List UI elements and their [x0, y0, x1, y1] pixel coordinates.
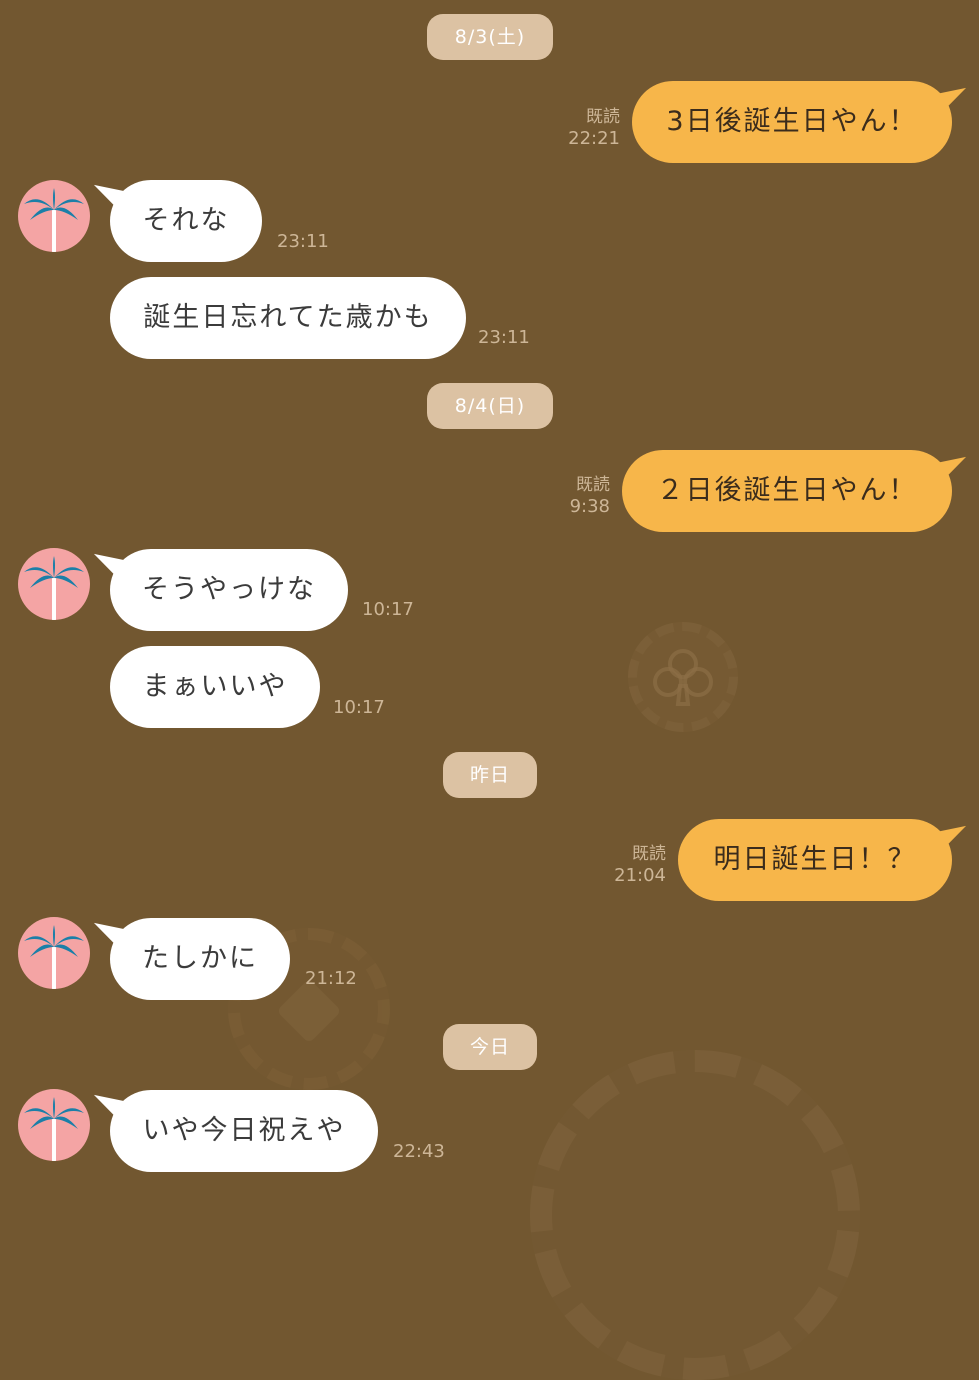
message-time: 9:38 [569, 496, 610, 517]
message-text: 誕生日忘れてた歳かも [143, 302, 433, 333]
outgoing-message-bubble[interactable]: 明日誕生日！？ [678, 815, 972, 901]
incoming-message-bubble[interactable]: それな [88, 174, 262, 262]
message-text: たしかに [142, 943, 258, 974]
message-time: 10:17 [362, 599, 414, 620]
club-icon [653, 649, 713, 706]
bubble-tail [88, 543, 132, 581]
message-meta: 既読 22:21 [540, 106, 620, 150]
message-text: そうやっけな [142, 574, 316, 605]
date-separator: 今日 [443, 1024, 537, 1070]
palm-tree-icon [24, 556, 84, 620]
contact-avatar[interactable] [18, 917, 90, 989]
message-text: それな [142, 205, 230, 236]
palm-tree-icon [24, 925, 84, 989]
bubble-tail [928, 815, 972, 853]
read-receipt: 既読 [576, 475, 610, 495]
bubble-tail [88, 912, 132, 950]
message-text: ２日後誕生日やん！ [656, 475, 918, 506]
message-time: 23:11 [277, 231, 329, 252]
bubble-tail [928, 446, 972, 484]
incoming-message-bubble[interactable]: まぁいいや [110, 646, 320, 728]
date-separator: 8/3(土) [427, 14, 553, 60]
message-time: 23:11 [478, 327, 530, 348]
message-text: 明日誕生日！？ [713, 844, 917, 875]
contact-avatar[interactable] [18, 1089, 90, 1161]
outgoing-message-bubble[interactable]: ２日後誕生日やん！ [622, 446, 972, 532]
message-meta: 既読 9:38 [530, 474, 610, 518]
message-time: 22:43 [393, 1141, 445, 1162]
incoming-message-bubble[interactable]: いや今日祝えや [88, 1084, 378, 1172]
bubble-tail [88, 1084, 132, 1122]
contact-avatar[interactable] [18, 180, 90, 252]
message-time: 22:21 [568, 128, 620, 149]
palm-tree-icon [24, 188, 84, 252]
read-receipt: 既読 [632, 844, 666, 864]
message-time: 21:12 [305, 968, 357, 989]
contact-avatar[interactable] [18, 548, 90, 620]
message-text: まぁいいや [142, 671, 288, 702]
message-meta: 既読 21:04 [586, 843, 666, 887]
background-chip-decoration [530, 1050, 860, 1380]
bubble-tail [88, 174, 132, 212]
incoming-message-bubble[interactable]: 誕生日忘れてた歳かも [110, 277, 466, 359]
incoming-message-bubble[interactable]: そうやっけな [88, 543, 348, 631]
message-text: いや今日祝えや [142, 1115, 346, 1146]
date-separator: 8/4(日) [427, 383, 553, 429]
incoming-message-bubble[interactable]: たしかに [88, 912, 290, 1000]
palm-tree-icon [24, 1097, 84, 1161]
read-receipt: 既読 [586, 107, 620, 127]
message-text: 3日後誕生日やん！ [666, 106, 918, 137]
outgoing-message-bubble[interactable]: 3日後誕生日やん！ [632, 77, 972, 163]
message-time: 21:04 [614, 865, 666, 886]
message-time: 10:17 [333, 697, 385, 718]
bubble-tail [928, 77, 972, 115]
date-separator: 昨日 [443, 752, 537, 798]
